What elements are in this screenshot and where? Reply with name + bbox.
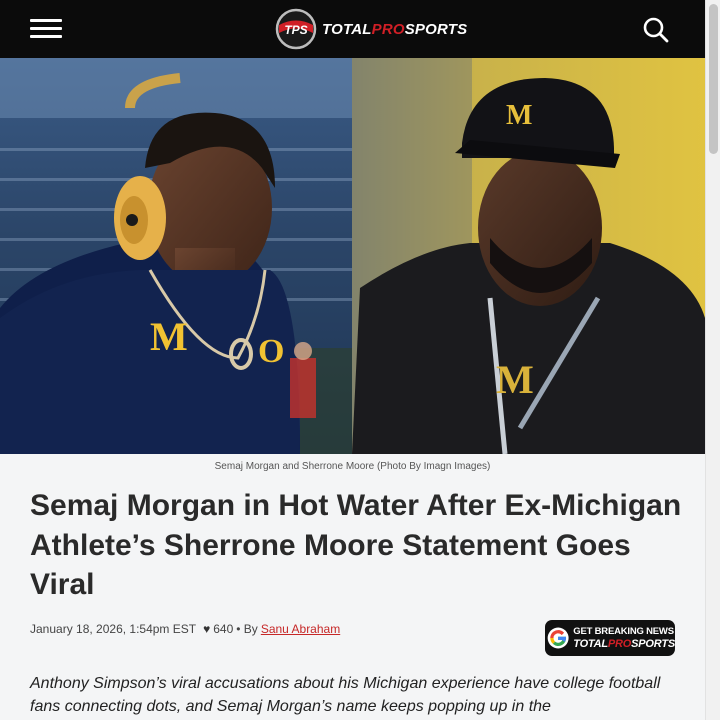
site-header: TPS TOTALPROSPORTS bbox=[0, 0, 705, 58]
logo-mark-text: TPS bbox=[284, 23, 307, 37]
scrollbar-thumb[interactable] bbox=[709, 4, 718, 154]
author-link[interactable]: Sanu Abraham bbox=[261, 622, 340, 636]
badge-line-1: GET BREAKING NEWS bbox=[573, 626, 674, 637]
google-g-icon bbox=[547, 627, 569, 649]
article-headline: Semaj Morgan in Hot Water After Ex-Michi… bbox=[30, 489, 682, 601]
shirt-m-right: M bbox=[496, 357, 534, 402]
by-label: • By bbox=[236, 622, 258, 636]
tps-logo-icon: TPS bbox=[275, 8, 317, 50]
page-scrollbar[interactable] bbox=[705, 0, 720, 720]
google-news-badge[interactable]: GET BREAKING NEWS TOTALPROSPORTS bbox=[545, 620, 675, 656]
badge-line-2: TOTALPROSPORTS bbox=[573, 638, 675, 650]
search-icon[interactable] bbox=[642, 16, 670, 44]
shirt-number-left: O bbox=[258, 333, 284, 370]
logo-wordmark: TOTALPROSPORTS bbox=[322, 20, 468, 38]
article-intro: Anthony Simpson’s viral accusations abou… bbox=[30, 675, 661, 715]
cap-m: M bbox=[506, 100, 532, 131]
image-caption: Semaj Morgan and Sherrone Moore (Photo B… bbox=[214, 461, 491, 472]
like-count: 640 bbox=[213, 622, 234, 636]
heart-icon[interactable]: ♥ bbox=[203, 622, 210, 636]
hamburger-menu-icon[interactable] bbox=[30, 19, 62, 39]
site-logo[interactable]: TPS TOTALPROSPORTS bbox=[275, 8, 467, 50]
shirt-m-left: M bbox=[150, 314, 188, 359]
hero-image: M O M M bbox=[0, 58, 705, 454]
publish-date: January 18, 2026, 1:54pm EST bbox=[30, 622, 197, 636]
article-meta: January 18, 2026, 1:54pm EST ♥ 640 • By … bbox=[30, 622, 340, 636]
